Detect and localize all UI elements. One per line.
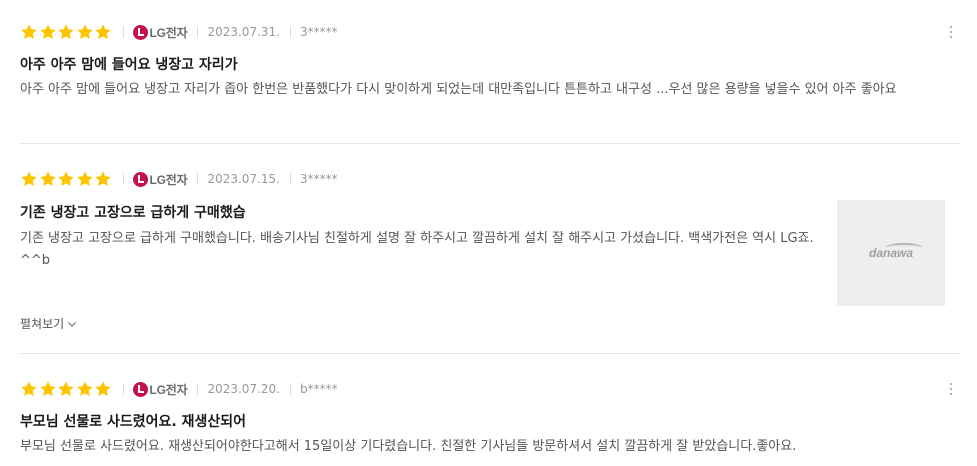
expand-review-button[interactable]: 펼쳐보기 [20,315,77,332]
more-options-icon[interactable] [944,22,958,42]
review-date: 2023.07.31. [207,25,280,39]
divider [122,173,124,185]
star-icon [94,170,112,188]
divider [289,26,291,38]
star-rating [20,380,113,398]
review-item: LG전자 2023.07.15. 3***** 기존 냉장고 고장으로 급하게 … [20,169,962,339]
lg-logo-icon [132,381,148,397]
review-photo-thumbnail[interactable]: danawa [837,200,945,306]
divider [289,173,291,185]
review-item: LG전자 2023.07.31. 3***** 아주 아주 맘에 들어요 냉장고… [20,22,962,132]
divider [197,383,199,395]
review-body: 아주 아주 맘에 들어요 냉장고 자리가 좁아 한번은 반품했다가 다시 맞이하… [20,82,897,97]
chevron-down-icon [68,321,77,327]
review-item: LG전자 2023.07.20. b***** 부모님 선물로 사드렸어요. 재… [20,379,962,466]
review-user: b***** [299,382,338,396]
shop-badge: LG전자 [132,24,188,41]
star-icon [20,380,38,398]
lg-logo-icon [132,24,148,40]
review-title: 부모님 선물로 사드렸어요. 재생산되어 [20,414,247,430]
shop-name: LG전자 [149,25,188,40]
review-title: 기존 냉장고 고장으로 급하게 구매했습 [20,205,246,221]
review-date: 2023.07.20. [207,382,280,396]
divider [122,26,124,38]
star-icon [39,23,57,41]
review-body: 기존 냉장고 고장으로 급하게 구매했습니다. 배송기사님 친절하게 설명 잘 … [20,231,814,268]
divider [289,383,291,395]
divider [122,383,124,395]
star-icon [57,23,75,41]
expand-label: 펼쳐보기 [20,317,65,331]
star-rating [20,170,113,188]
star-icon [20,23,38,41]
review-body: 부모님 선물로 사드렸어요. 재생산되어야한다고해서 15일이상 기다렸습니다.… [20,439,797,454]
star-icon [39,170,57,188]
shop-badge: LG전자 [132,171,188,188]
review-meta: LG전자 2023.07.31. 3***** [20,22,338,42]
star-icon [76,170,94,188]
star-icon [57,170,75,188]
review-title: 아주 아주 맘에 들어요 냉장고 자리가 [20,57,238,73]
star-rating [20,23,113,41]
star-icon [94,23,112,41]
divider [197,173,199,185]
divider [197,26,199,38]
star-icon [57,380,75,398]
review-divider [20,353,961,354]
star-icon [76,23,94,41]
shop-badge: LG전자 [132,381,188,398]
more-options-icon[interactable] [944,379,958,399]
review-divider [20,143,961,144]
star-icon [20,170,38,188]
review-user: 3***** [299,172,338,186]
lg-logo-icon [132,171,148,187]
shop-name: LG전자 [149,382,188,397]
review-user: 3***** [299,25,338,39]
review-date: 2023.07.15. [207,172,280,186]
star-icon [94,380,112,398]
star-icon [76,380,94,398]
review-meta: LG전자 2023.07.20. b***** [20,379,338,399]
danawa-logo: danawa [868,243,924,260]
review-meta: LG전자 2023.07.15. 3***** [20,169,338,189]
star-icon [39,380,57,398]
shop-name: LG전자 [149,172,188,187]
